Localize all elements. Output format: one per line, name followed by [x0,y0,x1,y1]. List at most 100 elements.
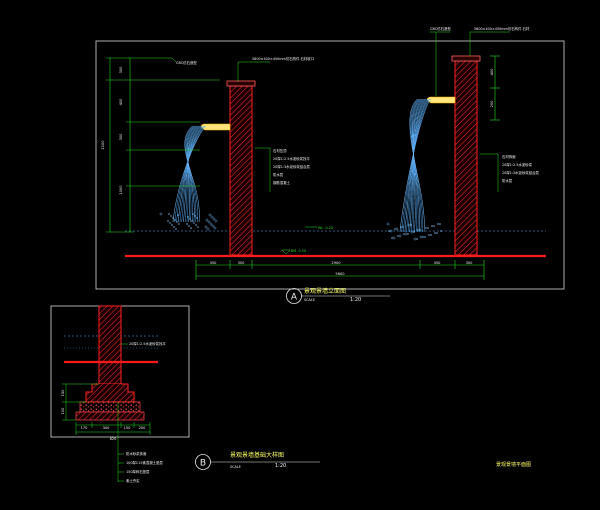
splash-bubble [424,236,426,238]
left-label-3: 20厚1:3水泥砂浆结合层 [273,164,311,169]
detail-bottom-dim-2: 300 [103,426,111,430]
splash-bubble [403,233,405,235]
spout-right [426,96,456,104]
detail-bottom-dim-4: 200 [139,426,147,430]
detail-bottom-dim-1: 170 [81,426,89,430]
splash-bubble [439,223,441,225]
bottom-dim-1: 450 [210,261,218,265]
left-label-grc: GRC仿石造型 [176,60,197,65]
water-level-label: WL -0.20 [318,226,333,230]
splash-bubble [428,234,430,236]
splash-bubble [397,235,399,237]
splash-bubble [197,226,199,228]
detail-bottom-label-4: 素土夯实 [126,478,140,483]
splash-bubble [204,225,208,229]
splash-bubble [168,213,170,215]
left-label-2: 20厚1:2.5水泥砂浆找平 [273,156,310,161]
bottom-dim-4: 450 [434,261,442,265]
detail-overall-dim: 820 [110,437,118,441]
right-height-dim-2: 200 [490,100,494,108]
waterfall-right [386,98,442,241]
height-dim-1: 300 [119,66,123,74]
splash-bubble [186,223,188,225]
splash-bubble [173,226,175,228]
right-label-3: 20厚1:3水泥砂浆结合层 [502,170,540,175]
splash-bubble [178,223,180,225]
height-dim-3: 300 [119,133,123,141]
splash-bubble [407,223,411,227]
splash-bubble [190,227,192,229]
overall-dim: 5600 [335,272,345,276]
splash-bubble [206,227,210,231]
splash-bubble [159,212,163,216]
splash-bubble [386,222,390,226]
elevation-a: 300 400 300 1000 2100 400 200 GRC仿石造型 58… [95,26,565,304]
wall-column-right [454,60,478,256]
spout-left [200,123,231,131]
splash-bubble [433,225,435,227]
splash-bubble [413,237,417,241]
splash-bubble [207,220,211,224]
right-label-grc: GRC仿石造型 [430,26,451,31]
left-label-1: 石材压顶 [273,148,287,153]
splash-bubble [430,234,432,236]
splash-bubble [398,234,402,238]
bottom-dim-2: 300 [238,261,246,265]
detail-concrete-pad [75,411,145,421]
floor-level-marker [281,249,291,255]
splash-bubble [407,233,409,235]
splash-bubble [212,217,216,221]
splash-bubble [170,215,172,217]
splash-bubble [395,227,399,231]
wall-cap-right [451,55,481,62]
splash-bubble [208,213,212,217]
splash-bubble [214,219,218,223]
bottom-dim-5: 300 [466,261,474,265]
left-label-cap: 5800×400×450mm仿石构件 石材收口 [252,56,314,61]
title-b: 景观景墙基础大样图 [230,451,284,459]
height-dimension-left [106,57,220,233]
left-label-5: 钢筋混凝土 [273,180,291,185]
detail-footing-step [85,383,135,403]
splash-bubble [194,215,196,217]
title-b-scale-prefix: SCALE [230,465,241,469]
splash-bubble [209,222,213,226]
splash-bubble [427,227,429,229]
title-a-scale-prefix: SCALE [304,298,315,302]
splash-bubble [431,225,433,227]
splash-bubble [425,227,427,229]
right-label-4: 防水层 [502,178,513,183]
height-dim-total: 2100 [101,140,105,150]
detail-bottom-label-1: 防水砂浆抹面 [126,451,147,456]
splash-bubble [391,237,393,239]
splash-bubble [434,232,436,234]
splash-bubble [410,224,412,226]
splash-bubble [436,232,438,234]
splash-bubble [175,228,177,230]
splash-bubble [394,228,396,230]
height-dim-2: 400 [119,98,123,106]
detail-bottom-dim-3: 150 [124,426,132,430]
waterfall-left [159,125,218,231]
title-a: 景观景墙立面图 [304,287,346,295]
right-label-2: 20厚1:2.5水泥砂浆 [502,162,533,167]
detail-bottom-label-2: 100厚C15素混凝土垫层 [126,460,163,465]
right-label-cap: 5800×400×450mm仿石构件 石材 [474,26,530,31]
detail-gravel-bed [79,401,141,413]
splash-bubble [169,222,171,224]
splash-bubble [171,224,173,226]
wall-column-left [229,85,253,256]
splash-bubble [211,224,215,228]
title-a-scale: 1:20 [350,297,361,303]
splash-bubble [404,232,408,236]
splash-bubble [195,224,197,226]
splash-bubble [188,225,190,227]
splash-bubble [177,214,179,216]
detail-column [98,305,122,385]
section-b-letter: B [200,459,206,469]
splash-bubble [416,238,418,240]
splash-bubble [419,235,423,239]
section-a-letter: A [291,293,298,303]
detail-side-dim-2: 100 [61,407,65,415]
splash-bubble [422,236,424,238]
